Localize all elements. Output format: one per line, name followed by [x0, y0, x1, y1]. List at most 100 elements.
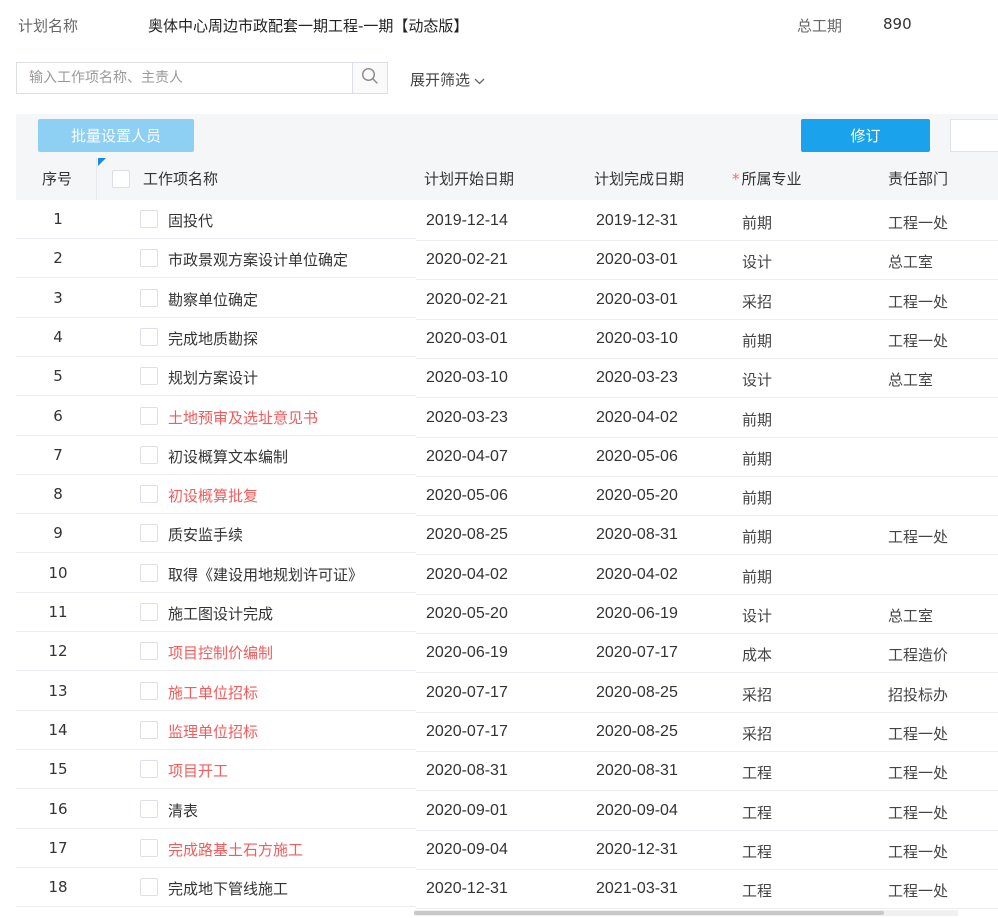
specialty-cell[interactable]: 工程 — [742, 841, 772, 862]
table-row[interactable]: 18 完成地下管线施工 2020-12-31 2021-03-31 工程 工程一处 — [16, 868, 998, 910]
planned-end-date[interactable]: 2020-03-01 — [596, 291, 678, 309]
specialty-cell[interactable]: 成本 — [742, 644, 772, 665]
table-row[interactable]: 14 监理单位招标 2020-07-17 2020-08-25 采招 工程一处 — [16, 711, 998, 752]
table-row[interactable]: 9 质安监手续 2020-08-25 2020-08-31 前期 工程一处 — [16, 514, 998, 556]
planned-start-date[interactable]: 2020-09-01 — [426, 802, 508, 820]
work-item-name[interactable]: 取得《建设用地规划许可证》 — [168, 564, 363, 585]
responsible-dept-cell[interactable]: 工程一处 — [888, 880, 948, 901]
row-checkbox[interactable] — [140, 681, 158, 700]
planned-start-date[interactable]: 2020-08-25 — [426, 526, 508, 544]
planned-start-date[interactable]: 2020-06-19 — [426, 644, 508, 662]
planned-end-date[interactable]: 2020-03-01 — [596, 251, 678, 269]
work-item-name[interactable]: 项目控制价编制 — [168, 642, 273, 663]
planned-end-date[interactable]: 2020-09-04 — [596, 802, 678, 820]
planned-end-date[interactable]: 2020-08-31 — [596, 526, 678, 544]
table-row[interactable]: 7 初设概算文本编制 2020-04-07 2020-05-06 前期 — [16, 436, 998, 477]
toolbar-extra-button[interactable] — [950, 119, 998, 152]
work-item-name[interactable]: 监理单位招标 — [168, 721, 258, 742]
work-item-name[interactable]: 项目开工 — [168, 760, 228, 781]
responsible-dept-cell[interactable]: 工程一处 — [888, 212, 948, 233]
responsible-dept-cell[interactable]: 工程一处 — [888, 330, 948, 351]
planned-start-date[interactable]: 2020-07-17 — [426, 684, 508, 702]
work-item-name[interactable]: 规划方案设计 — [168, 367, 258, 388]
responsible-dept-cell[interactable]: 工程一处 — [888, 723, 948, 744]
planned-start-date[interactable]: 2020-05-06 — [426, 487, 508, 505]
specialty-cell[interactable]: 工程 — [742, 802, 772, 823]
row-checkbox[interactable] — [140, 720, 158, 739]
planned-end-date[interactable]: 2020-04-02 — [596, 409, 678, 427]
specialty-cell[interactable]: 采招 — [742, 291, 772, 312]
planned-start-date[interactable]: 2020-07-17 — [426, 723, 508, 741]
planned-start-date[interactable]: 2020-02-21 — [426, 291, 508, 309]
row-checkbox[interactable] — [140, 288, 158, 307]
planned-end-date[interactable]: 2020-03-23 — [596, 369, 678, 387]
work-item-name[interactable]: 勘察单位确定 — [168, 289, 258, 310]
planned-end-date[interactable]: 2020-03-10 — [596, 330, 678, 348]
row-checkbox[interactable] — [140, 563, 158, 582]
specialty-cell[interactable]: 工程 — [742, 762, 772, 783]
table-row[interactable]: 15 项目开工 2020-08-31 2020-08-31 工程 工程一处 — [16, 750, 998, 792]
planned-end-date[interactable]: 2020-05-20 — [596, 487, 678, 505]
responsible-dept-cell[interactable]: 工程造价 — [888, 644, 948, 665]
planned-end-date[interactable]: 2020-04-02 — [596, 566, 678, 584]
planned-end-date[interactable]: 2020-08-25 — [596, 684, 678, 702]
select-all-checkbox[interactable] — [112, 170, 130, 188]
planned-start-date[interactable]: 2020-03-01 — [426, 330, 508, 348]
specialty-cell[interactable]: 前期 — [742, 526, 772, 547]
row-checkbox[interactable] — [140, 603, 158, 621]
planned-start-date[interactable]: 2020-03-10 — [426, 369, 508, 387]
responsible-dept-cell[interactable]: 工程一处 — [888, 291, 948, 312]
row-checkbox[interactable] — [140, 249, 158, 268]
responsible-dept-cell[interactable]: 总工室 — [888, 605, 933, 626]
table-row[interactable]: 8 初设概算批复 2020-05-06 2020-05-20 前期 — [16, 475, 998, 517]
table-row[interactable]: 11 施工图设计完成 2020-05-20 2020-06-19 设计 总工室 — [16, 593, 998, 634]
table-row[interactable]: 1 固投代 2019-12-14 2019-12-31 前期 工程一处 — [16, 200, 998, 241]
planned-start-date[interactable]: 2020-04-07 — [426, 448, 508, 466]
table-row[interactable]: 16 清表 2020-09-01 2020-09-04 工程 工程一处 — [16, 790, 998, 831]
specialty-cell[interactable]: 前期 — [742, 448, 772, 469]
planned-start-date[interactable]: 2020-12-31 — [426, 880, 508, 898]
planned-start-date[interactable]: 2020-05-20 — [426, 605, 508, 623]
table-row[interactable]: 10 取得《建设用地规划许可证》 2020-04-02 2020-04-02 前期 — [16, 554, 998, 595]
table-row[interactable]: 12 项目控制价编制 2020-06-19 2020-07-17 成本 工程造价 — [16, 632, 998, 674]
planned-start-date[interactable]: 2020-08-31 — [426, 762, 508, 780]
work-item-name[interactable]: 质安监手续 — [168, 524, 243, 545]
planned-end-date[interactable]: 2020-08-25 — [596, 723, 678, 741]
row-checkbox[interactable] — [140, 367, 158, 386]
planned-start-date[interactable]: 2019-12-14 — [426, 212, 508, 230]
search-input[interactable] — [17, 63, 353, 93]
row-checkbox[interactable] — [140, 524, 158, 543]
planned-end-date[interactable]: 2020-07-17 — [596, 644, 678, 662]
work-item-name[interactable]: 固投代 — [168, 210, 213, 231]
row-checkbox[interactable] — [140, 878, 158, 897]
expand-filter-toggle[interactable]: 展开筛选 — [410, 69, 485, 90]
table-row[interactable]: 6 土地预审及选址意见书 2020-03-23 2020-04-02 前期 — [16, 397, 998, 438]
batch-set-personnel-button[interactable]: 批量设置人员 — [38, 119, 194, 152]
responsible-dept-cell[interactable]: 工程一处 — [888, 526, 948, 547]
responsible-dept-cell[interactable]: 工程一处 — [888, 762, 948, 783]
table-row[interactable]: 17 完成路基土石方施工 2020-09-04 2020-12-31 工程 工程一处 — [16, 829, 998, 870]
work-item-name[interactable]: 初设概算文本编制 — [168, 446, 288, 467]
responsible-dept-cell[interactable]: 总工室 — [888, 369, 933, 390]
row-checkbox[interactable] — [140, 799, 158, 818]
responsible-dept-cell[interactable]: 总工室 — [888, 251, 933, 272]
planned-end-date[interactable]: 2019-12-31 — [596, 212, 678, 230]
work-item-name[interactable]: 土地预审及选址意见书 — [168, 407, 318, 428]
table-row[interactable]: 13 施工单位招标 2020-07-17 2020-08-25 采招 招投标办 — [16, 672, 998, 713]
planned-start-date[interactable]: 2020-02-21 — [426, 251, 508, 269]
row-checkbox[interactable] — [140, 406, 158, 425]
work-item-name[interactable]: 完成地下管线施工 — [168, 878, 288, 899]
scrollbar-thumb[interactable] — [414, 911, 884, 915]
planned-end-date[interactable]: 2020-12-31 — [596, 841, 678, 859]
work-item-name[interactable]: 清表 — [168, 800, 198, 821]
specialty-cell[interactable]: 设计 — [742, 369, 772, 390]
specialty-cell[interactable]: 前期 — [742, 566, 772, 587]
planned-start-date[interactable]: 2020-03-23 — [426, 409, 508, 427]
specialty-cell[interactable]: 前期 — [742, 330, 772, 351]
planned-end-date[interactable]: 2020-06-19 — [596, 605, 678, 623]
specialty-cell[interactable]: 设计 — [742, 251, 772, 272]
row-checkbox[interactable] — [140, 642, 158, 661]
planned-end-date[interactable]: 2020-05-06 — [596, 448, 678, 466]
work-item-name[interactable]: 初设概算批复 — [168, 485, 258, 506]
work-item-name[interactable]: 施工单位招标 — [168, 682, 258, 703]
